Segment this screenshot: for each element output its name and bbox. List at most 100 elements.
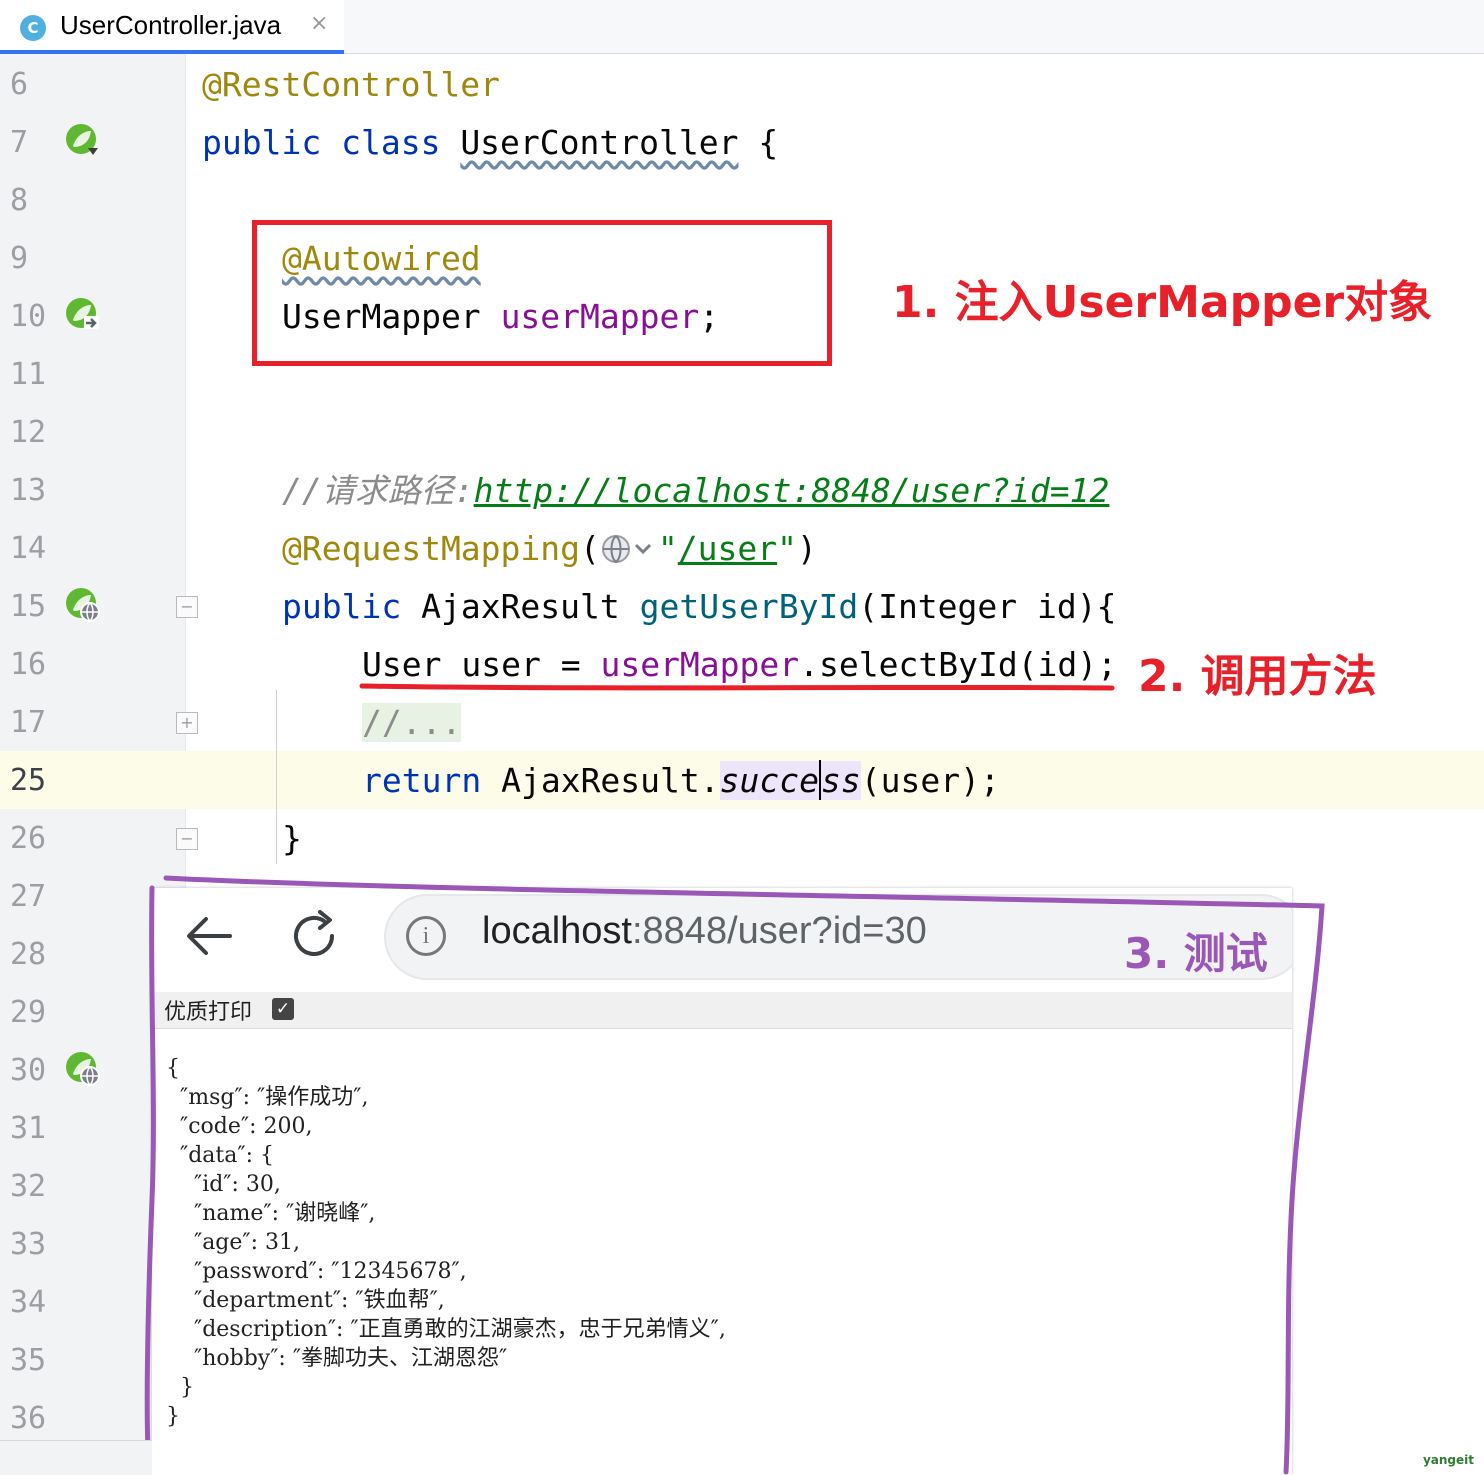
- keyword: class: [341, 123, 441, 162]
- pretty-print-checkbox[interactable]: ✓: [272, 998, 294, 1020]
- json-line: ″name″: ″谢晓峰″,: [166, 1201, 376, 1226]
- type: User: [362, 645, 442, 684]
- line-number: 32: [10, 1169, 47, 1204]
- method-name: getUserById: [639, 587, 859, 626]
- code-line-16: User user = userMapper.selectById(id);: [362, 636, 1117, 694]
- note-test: 3. 测试: [1124, 929, 1268, 978]
- string-quote: ": [777, 529, 797, 568]
- code-line-6: @RestController: [202, 56, 500, 114]
- keyword: return: [362, 761, 482, 800]
- status-bar: [0, 1440, 152, 1475]
- watermark: yangeit: [1422, 1453, 1474, 1467]
- line-number: 10: [10, 299, 47, 334]
- brace: }: [282, 819, 302, 858]
- indent-guide: [276, 690, 277, 864]
- json-line: ″description″: ″正直勇敢的江湖豪杰，忠于兄弟情义″,: [166, 1317, 726, 1342]
- paren: (: [580, 529, 600, 568]
- keyword: public: [282, 587, 402, 626]
- args: (user);: [860, 761, 1000, 800]
- site-info-icon[interactable]: i: [406, 916, 446, 956]
- code-line-14: @RequestMapping( "/user"): [282, 520, 817, 578]
- line-number: 16: [10, 647, 47, 682]
- operator: =: [540, 645, 601, 684]
- highlight-box-autowired: [252, 220, 832, 366]
- line-number: 29: [10, 995, 47, 1030]
- method-call: .selectById(id);: [799, 645, 1118, 684]
- json-line: ″data″: {: [166, 1143, 274, 1168]
- static-method: ss: [820, 761, 861, 800]
- keyword: public: [202, 123, 322, 162]
- code-line-15: public AjaxResult getUserById(Integer id…: [282, 578, 1116, 636]
- line-number: 7: [10, 125, 29, 160]
- comment-url-link[interactable]: http://localhost:8848/user?id=12: [474, 471, 1110, 510]
- json-line: }: [166, 1404, 180, 1429]
- type: AjaxResult: [421, 587, 620, 626]
- field: userMapper: [600, 645, 800, 684]
- folded-region[interactable]: //...: [362, 703, 462, 742]
- browser-toolbar: i localhost:8848/user?id=30: [152, 888, 1292, 992]
- spring-bean-icon[interactable]: [64, 122, 100, 158]
- editor-tab-bar: C UserController.java ×: [0, 0, 1484, 54]
- paren: ): [796, 529, 817, 568]
- line-number: 33: [10, 1227, 47, 1262]
- json-line: {: [166, 1056, 180, 1081]
- json-line: }: [166, 1375, 194, 1400]
- line-number: 11: [10, 357, 47, 392]
- note-inject-mapper: 1. 注入UserMapper对象: [892, 277, 1433, 328]
- code-line-26: }: [282, 810, 302, 868]
- json-line: ″code″: 200,: [166, 1114, 313, 1139]
- json-line: ″department″: ″铁血帮″,: [166, 1288, 445, 1313]
- line-number: 12: [10, 415, 47, 450]
- pretty-print-label: 优质打印: [164, 1000, 253, 1025]
- line-number: 31: [10, 1111, 47, 1146]
- line-number: 30: [10, 1053, 47, 1088]
- tab-usercontroller[interactable]: C UserController.java ×: [0, 0, 344, 54]
- java-class-icon: C: [20, 15, 46, 41]
- code-line-13: //请求路径:http://localhost:8848/user?id=12: [282, 462, 1109, 520]
- url-text[interactable]: localhost:8848/user?id=30: [482, 910, 927, 953]
- line-number: 34: [10, 1285, 47, 1320]
- json-line: ″age″: 31,: [166, 1230, 301, 1255]
- line-number: 27: [10, 879, 47, 914]
- url-path-query: :8848/user?id=30: [631, 910, 927, 952]
- browser-window: i localhost:8848/user?id=30 优质打印 ✓ { ″ms…: [152, 888, 1292, 1475]
- annotation: @RestController: [202, 65, 501, 104]
- json-response: { ″msg″: ″操作成功″, ″code″: 200, ″data″: { …: [166, 1054, 1266, 1431]
- json-line: ″password″: ″12345678″,: [166, 1259, 467, 1284]
- string-quote: ": [657, 529, 678, 568]
- tab-title: UserController.java: [60, 10, 282, 40]
- annotation: @RequestMapping: [282, 529, 581, 568]
- line-number: 28: [10, 937, 47, 972]
- reload-icon[interactable]: [284, 906, 344, 966]
- variable: user: [461, 645, 541, 684]
- line-number: 15: [10, 589, 47, 624]
- url-path[interactable]: /user: [678, 529, 777, 568]
- params: (Integer id){: [858, 587, 1117, 626]
- request-mapping-globe-icon-2[interactable]: [64, 1050, 100, 1086]
- static-method: succe: [719, 761, 819, 800]
- line-number: 14: [10, 531, 47, 566]
- request-mapping-globe-icon[interactable]: [64, 586, 100, 622]
- line-number: 35: [10, 1343, 47, 1378]
- close-icon[interactable]: ×: [310, 11, 328, 36]
- pretty-print-bar: 优质打印 ✓: [152, 992, 1292, 1029]
- line-number: 13: [10, 473, 47, 508]
- class-ref: AjaxResult.: [501, 761, 720, 800]
- brace: {: [738, 123, 779, 162]
- line-number: 8: [10, 183, 29, 218]
- url-host: localhost: [482, 910, 632, 952]
- line-number: 25: [10, 763, 47, 798]
- line-number: 17: [10, 705, 47, 740]
- json-line: ″hobby″: ″拳脚功夫、江湖恩怨″: [166, 1346, 508, 1371]
- autowired-navigate-icon[interactable]: [64, 296, 100, 332]
- class-name: UserController: [460, 123, 739, 162]
- globe-dropdown-icon[interactable]: [600, 532, 658, 566]
- line-number: 26: [10, 821, 47, 856]
- line-number: 6: [10, 67, 29, 102]
- code-line-7: public class UserController {: [202, 114, 778, 172]
- comment: //请求路径:: [282, 471, 474, 510]
- back-arrow-icon[interactable]: [180, 906, 240, 966]
- code-line-25: return AjaxResult.success(user);: [362, 752, 1000, 810]
- note-call-method: 2. 调用方法: [1138, 651, 1377, 702]
- json-line: ″id″: 30,: [166, 1172, 281, 1197]
